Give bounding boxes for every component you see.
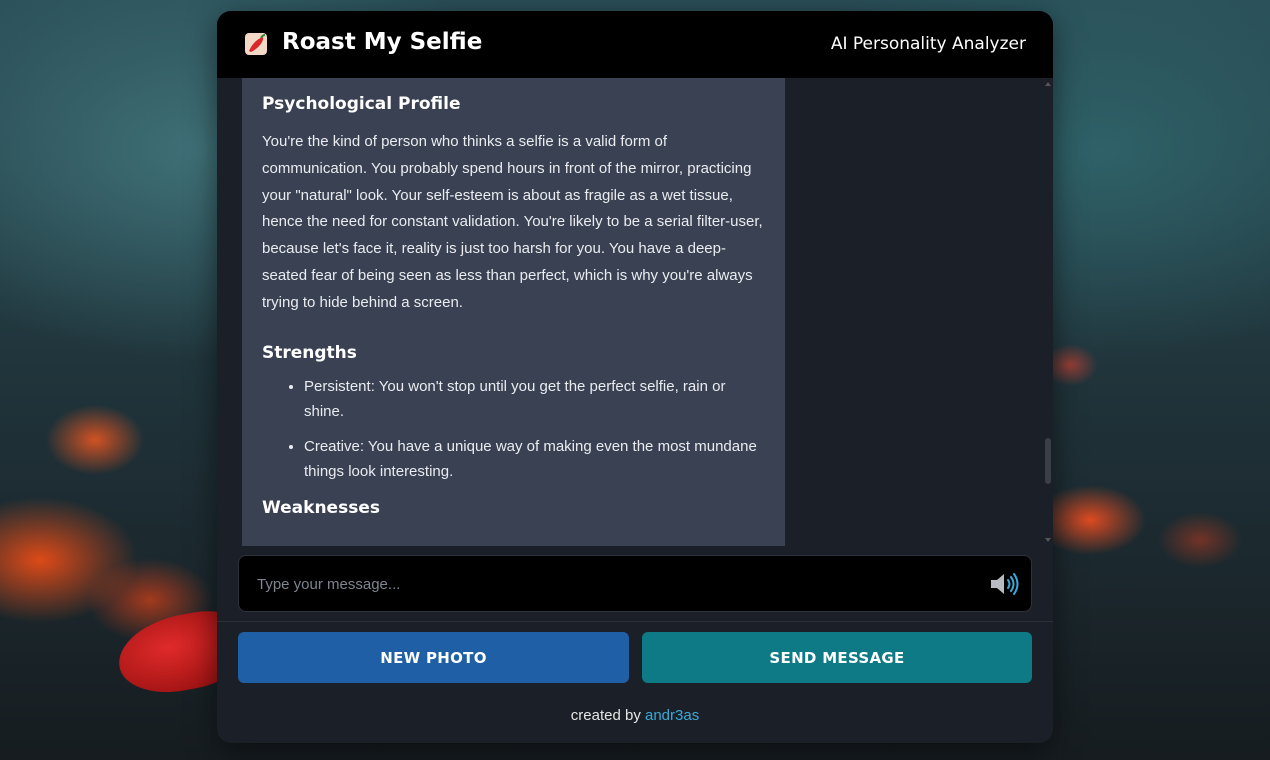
- new-photo-button[interactable]: NEW PHOTO: [238, 632, 629, 683]
- profile-text: You're the kind of person who thinks a s…: [262, 133, 763, 311]
- strengths-list: Persistent: You won't stop until you get…: [262, 374, 765, 484]
- section-title-strengths: Strengths: [262, 342, 357, 363]
- list-item: Creative: You have a unique way of makin…: [304, 434, 765, 484]
- message-input[interactable]: [255, 556, 979, 613]
- speaker-icon[interactable]: [989, 570, 1021, 598]
- send-message-button[interactable]: SEND MESSAGE: [642, 632, 1032, 683]
- app-subtitle: AI Personality Analyzer: [830, 34, 1026, 54]
- header-bar: Roast My Selfie AI Personality Analyzer: [217, 11, 1053, 78]
- chat-scrollbar[interactable]: [1044, 78, 1052, 546]
- author-link[interactable]: andr3as: [645, 707, 699, 724]
- divider: [217, 621, 1053, 622]
- footer: created by andr3as: [217, 707, 1053, 724]
- scroll-down-arrow-icon[interactable]: [1045, 538, 1051, 542]
- message-input-box: [238, 555, 1032, 613]
- footer-prefix: created by: [570, 707, 641, 724]
- app-title: Roast My Selfie: [282, 29, 483, 55]
- list-item: Persistent: You won't stop until you get…: [304, 374, 765, 424]
- scroll-thumb[interactable]: [1045, 438, 1051, 484]
- app-card: Roast My Selfie AI Personality Analyzer …: [217, 11, 1053, 743]
- chili-pepper-icon: [245, 33, 267, 55]
- scroll-up-arrow-icon[interactable]: [1045, 82, 1051, 86]
- section-title-profile: Psychological Profile: [262, 94, 461, 114]
- chat-area[interactable]: Psychological Profile You're the kind of…: [217, 78, 1053, 546]
- assistant-message: Psychological Profile You're the kind of…: [242, 78, 785, 546]
- section-title-weaknesses: Weaknesses: [262, 497, 380, 518]
